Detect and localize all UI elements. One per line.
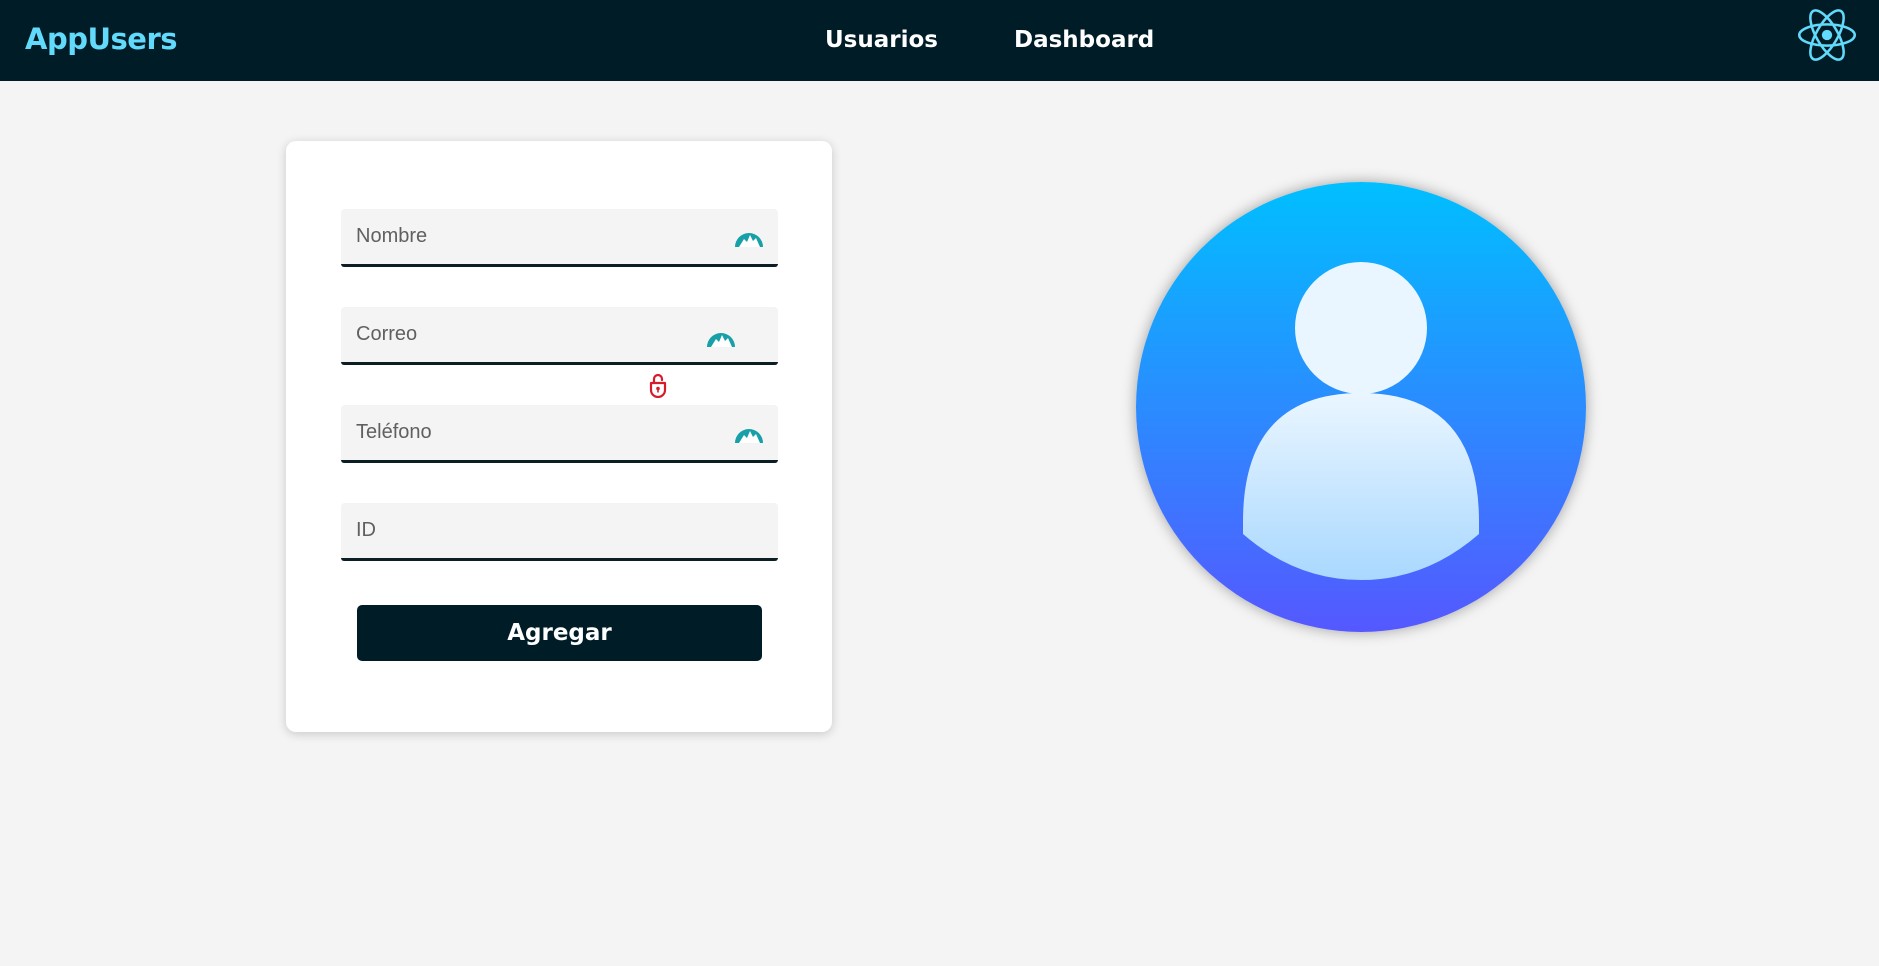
- telefono-field-wrapper: [341, 405, 778, 463]
- brand-link[interactable]: AppUsers: [25, 22, 178, 56]
- nav-link-dashboard[interactable]: Dashboard: [1014, 27, 1154, 53]
- password-manager-icon[interactable]: [734, 421, 764, 451]
- telefono-input[interactable]: [341, 405, 778, 460]
- user-avatar-icon: [1136, 182, 1586, 632]
- id-input[interactable]: [341, 503, 778, 558]
- lock-icon[interactable]: [648, 372, 668, 398]
- user-form-card: Agregar: [286, 141, 832, 732]
- correo-field-wrapper: [341, 307, 778, 365]
- navbar: AppUsers Usuarios Dashboard: [0, 0, 1879, 81]
- nombre-field-wrapper: [341, 209, 778, 267]
- password-manager-icon[interactable]: [706, 325, 736, 355]
- nav-link-usuarios[interactable]: Usuarios: [825, 27, 938, 53]
- password-manager-icon[interactable]: [734, 225, 764, 255]
- id-field-wrapper: [341, 503, 778, 561]
- nombre-input[interactable]: [341, 209, 778, 264]
- agregar-button[interactable]: Agregar: [357, 605, 762, 661]
- react-logo-icon: [1798, 9, 1856, 61]
